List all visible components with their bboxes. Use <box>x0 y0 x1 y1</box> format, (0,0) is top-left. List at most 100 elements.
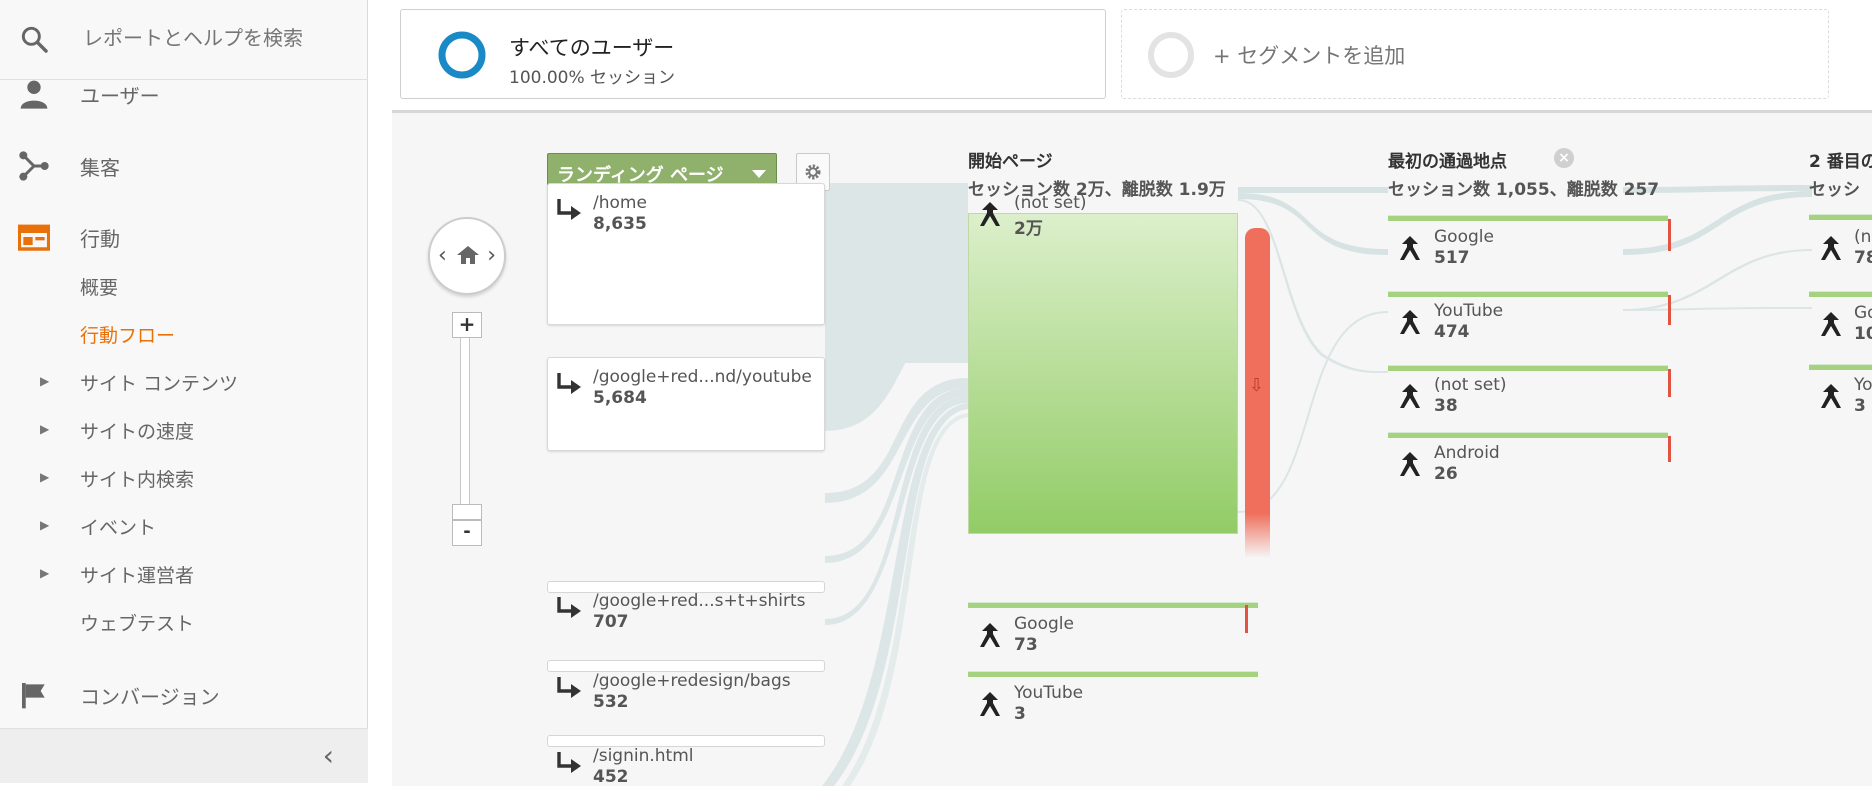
start-node-value: 73 <box>1014 635 1038 655</box>
nav-label-users: ユーザー <box>80 84 160 108</box>
second-node-value: 10 <box>1854 324 1872 344</box>
start-node-youtube-bar[interactable] <box>968 671 1258 677</box>
sidebar-subitem[interactable]: ウェブテスト <box>0 600 368 644</box>
sidebar-subitem[interactable]: ▶ イベント <box>0 504 368 548</box>
entrance-arrow-icon <box>557 752 581 773</box>
caret-down-icon <box>752 170 766 178</box>
column-stats-start: セッション数 2万、離脱数 1.9万 <box>968 180 1226 200</box>
sidebar-subitem[interactable]: ▶ サイト内検索 <box>0 456 368 500</box>
merge-icon <box>1821 384 1841 408</box>
first-node-google-bar[interactable] <box>1388 215 1668 221</box>
sidebar-subitem-label: サイト コンテンツ <box>80 373 239 395</box>
dropoff-fade <box>1245 513 1270 558</box>
sidebar-subitem[interactable]: ▶ サイトの速度 <box>0 408 368 452</box>
entrance-arrow-icon <box>557 597 581 618</box>
nav-label-acquisition: 集客 <box>80 156 120 180</box>
zoom-slider-handle[interactable] <box>452 504 482 520</box>
merge-icon <box>1400 384 1420 408</box>
second-node-label: Go <box>1854 303 1872 323</box>
merge-icon <box>980 623 1000 647</box>
second-node-1-bar[interactable] <box>1809 214 1872 220</box>
acquisition-icon <box>19 151 49 181</box>
merge-icon <box>980 202 1000 226</box>
first-node-notset-bar[interactable] <box>1388 365 1668 371</box>
second-node-3-bar[interactable] <box>1809 364 1872 370</box>
search-icon <box>21 26 48 53</box>
landing-page-value: 532 <box>593 692 629 712</box>
flag-icon <box>22 683 45 709</box>
start-node-google-bar[interactable] <box>968 602 1258 608</box>
entrance-arrow-icon <box>557 677 581 698</box>
landing-page-path: /signin.html <box>593 746 694 766</box>
first-node-label: YouTube <box>1434 301 1504 321</box>
pan-control[interactable]: ‹ › <box>428 217 506 295</box>
second-node-label: Yo <box>1854 375 1872 395</box>
behavior-flow-canvas[interactable]: ランディング ページ 開始ページ セッション数 2万、離脱数 1.9万 最初の通… <box>392 110 1872 786</box>
zoom-slider-track[interactable] <box>460 313 470 518</box>
close-column-icon[interactable]: × <box>1554 148 1574 168</box>
chevron-left-icon[interactable]: ‹ <box>323 739 334 772</box>
first-node-android-dropoff <box>1668 436 1671 462</box>
pan-left-icon[interactable]: ‹ <box>438 243 447 268</box>
expand-arrow-icon: ▶ <box>40 470 50 484</box>
nav-item-conversion[interactable]: コンバージョン <box>0 667 368 723</box>
first-node-notset-dropoff <box>1668 369 1671 397</box>
sidebar-subitem[interactable]: 行動フロー <box>0 312 368 356</box>
pan-right-icon[interactable]: › <box>487 243 496 268</box>
nav-item-users[interactable]: ユーザー <box>0 66 368 122</box>
expand-arrow-icon: ▶ <box>40 518 50 532</box>
entrance-arrow-icon <box>557 373 581 394</box>
first-node-youtube-bar[interactable] <box>1388 291 1668 297</box>
merge-icon <box>1400 236 1420 260</box>
landing-page-path: /google+redesign/bags <box>593 671 791 691</box>
expand-arrow-icon: ▶ <box>40 422 50 436</box>
start-node-label: (not set) <box>1014 193 1087 213</box>
column-stats-first: セッション数 1,055、離脱数 257 <box>1388 180 1660 200</box>
nav-label-behavior: 行動 <box>80 227 120 251</box>
column-stats-second: セッシ <box>1809 180 1860 200</box>
merge-icon <box>1400 452 1420 476</box>
sidebar-subitem-label: サイト内検索 <box>80 469 195 491</box>
search-input[interactable]: レポートとヘルプを検索 <box>83 22 303 51</box>
sidebar-subitem-label: ウェブテスト <box>80 613 195 635</box>
nav-item-acquisition[interactable]: 集客 <box>0 138 368 194</box>
column-title-first: 最初の通過地点 <box>1388 152 1507 172</box>
first-node-label: Google <box>1434 227 1494 247</box>
gear-icon <box>805 164 821 180</box>
sidebar-subitem[interactable]: ▶ サイト運営者 <box>0 552 368 596</box>
start-node-label: Google <box>1014 614 1074 634</box>
second-node-2-bar[interactable] <box>1809 291 1872 297</box>
home-icon[interactable] <box>456 244 480 266</box>
first-node-label: (not set) <box>1434 375 1507 395</box>
merge-icon <box>1821 312 1841 336</box>
zoom-out-button[interactable]: - <box>452 520 482 546</box>
add-segment-label: + セグメントを追加 <box>1213 44 1406 68</box>
behavior-icon <box>18 224 50 251</box>
landing-page-path: /google+red...nd/youtube <box>593 367 812 387</box>
empty-ring-icon <box>1148 32 1194 78</box>
sidebar-subitem[interactable]: ▶ サイト コンテンツ <box>0 360 368 404</box>
nav-item-behavior[interactable]: 行動 <box>0 209 368 265</box>
nav-label-conversion: コンバージョン <box>80 685 220 709</box>
sidebar-subitem[interactable]: 概要 <box>0 264 368 308</box>
landing-node-home[interactable] <box>547 183 825 325</box>
segment-percentage: 100.00% セッション <box>509 68 676 88</box>
add-segment-button[interactable]: + セグメントを追加 <box>1121 9 1829 99</box>
sidebar-subitem-label: イベント <box>80 517 157 539</box>
zoom-in-button[interactable]: + <box>452 312 482 338</box>
sidebar: レポートとヘルプを検索 ユーザー 集客 行動 概要 行動フロー ▶ サイト コンテンツ… <box>0 0 368 783</box>
landing-page-value: 452 <box>593 767 629 786</box>
first-node-label: Android <box>1434 443 1500 463</box>
landing-page-path: /google+red...s+t+shirts <box>593 591 806 611</box>
expand-arrow-icon: ▶ <box>40 374 50 388</box>
start-node-value: 3 <box>1014 704 1026 724</box>
first-node-android-bar[interactable] <box>1388 432 1668 438</box>
merge-icon <box>1821 236 1841 260</box>
first-node-value: 517 <box>1434 248 1470 268</box>
start-node-not-set[interactable] <box>968 213 1238 534</box>
second-node-value: 3 <box>1854 396 1866 416</box>
first-node-value: 26 <box>1434 464 1458 484</box>
column-title-second: 2 番目の <box>1809 152 1872 172</box>
sidebar-collapse-bar[interactable]: ‹ <box>0 728 368 783</box>
segment-all-users[interactable]: すべてのユーザー 100.00% セッション <box>400 9 1106 99</box>
